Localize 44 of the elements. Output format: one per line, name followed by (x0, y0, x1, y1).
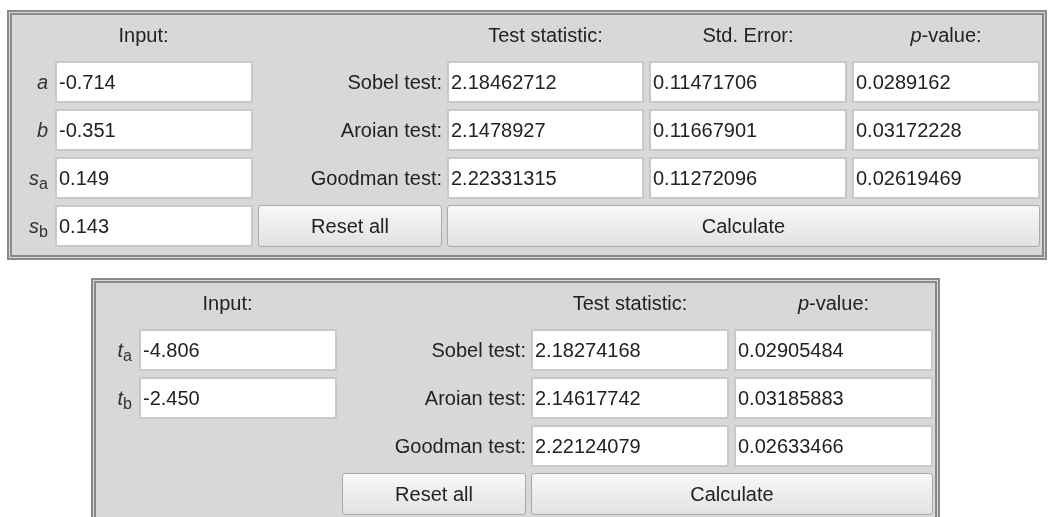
input-field[interactable]: 0.02619469 (852, 157, 1040, 199)
input-field[interactable]: 0.02633466 (734, 425, 933, 467)
column-heading: Test statistic: (572, 291, 688, 316)
test-label: Goodman test: (309, 166, 442, 191)
input-field[interactable]: 0.11667901 (649, 109, 847, 151)
input-field[interactable]: 0.03185883 (734, 377, 933, 419)
input-field[interactable]: 0.02905484 (734, 329, 933, 371)
input-field[interactable]: 2.14617742 (531, 377, 729, 419)
input-field[interactable]: 0.11272096 (649, 157, 847, 199)
input-field[interactable]: -0.714 (55, 61, 253, 103)
reset-button[interactable]: Reset all (342, 473, 526, 515)
variable-label: b (35, 118, 49, 143)
input-field[interactable]: -4.806 (139, 329, 337, 371)
reset-button[interactable]: Reset all (258, 205, 442, 247)
input-field[interactable]: 2.18462712 (447, 61, 644, 103)
test-label: Goodman test: (393, 434, 526, 459)
input-field[interactable]: 2.22331315 (447, 157, 644, 199)
input-field[interactable]: 0.0289162 (852, 61, 1040, 103)
column-heading: Input: (117, 23, 169, 48)
test-label: Aroian test: (423, 386, 526, 411)
variable-label: s$_{a}$ (28, 166, 49, 193)
calculate-button[interactable]: Calculate (447, 205, 1040, 247)
column-heading: p-value: (797, 291, 870, 316)
test-label: Sobel test: (346, 70, 442, 95)
variable-label: t$_{a}$ (116, 338, 133, 365)
column-heading: Test statistic: (488, 23, 603, 48)
column-heading: p-value: (910, 23, 982, 48)
input-field[interactable]: 2.18274168 (531, 329, 729, 371)
column-heading: Std. Error: (702, 23, 794, 48)
input-field[interactable]: -2.450 (139, 377, 337, 419)
input-field[interactable]: -0.351 (55, 109, 253, 151)
test-label: Sobel test: (430, 338, 526, 363)
input-field[interactable]: 0.143 (55, 205, 253, 247)
input-field[interactable]: 0.11471706 (649, 61, 847, 103)
input-field[interactable]: 0.03172228 (852, 109, 1040, 151)
column-heading: Input: (201, 291, 253, 316)
input-field[interactable]: 0.149 (55, 157, 253, 199)
calculate-button[interactable]: Calculate (531, 473, 933, 515)
test-label: Aroian test: (339, 118, 442, 143)
input-field[interactable]: 2.1478927 (447, 109, 644, 151)
variable-label: a (35, 70, 49, 95)
variable-label: t$_{b}$ (116, 386, 133, 413)
variable-label: s$_{b}$ (28, 214, 49, 241)
input-field[interactable]: 2.22124079 (531, 425, 729, 467)
